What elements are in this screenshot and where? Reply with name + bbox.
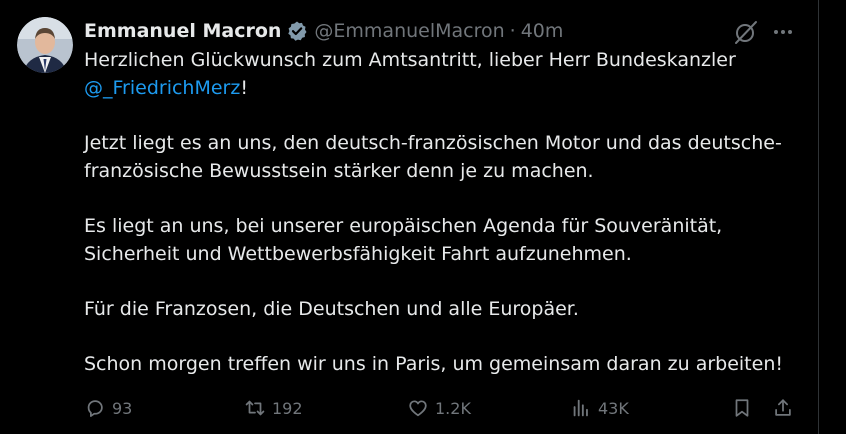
views-icon <box>573 399 588 417</box>
tweet-paragraph-1: Herzlichen Glückwunsch zum Amtsantritt, … <box>84 49 736 99</box>
timestamp[interactable]: 40m <box>521 20 564 42</box>
tweet-paragraph-5: Schon morgen treffen wir uns in Paris, u… <box>84 353 783 375</box>
tweet-paragraph-3: Es liegt an uns, bei unserer europäische… <box>84 215 723 265</box>
reply-button[interactable]: 93 <box>84 394 132 422</box>
share-button[interactable] <box>772 394 794 422</box>
like-icon <box>409 400 427 417</box>
repost-icon <box>245 400 265 416</box>
share-icon <box>775 399 791 416</box>
mention-link[interactable]: @_FriedrichMerz <box>84 77 240 99</box>
reply-count: 93 <box>112 398 133 418</box>
author-handle[interactable]: @EmmanuelMacron <box>314 20 504 42</box>
views-button[interactable]: 43K <box>570 394 629 422</box>
tweet-paragraph-4: Für die Franzosen, die Deutschen und all… <box>84 298 579 320</box>
grok-icon[interactable] <box>733 19 759 45</box>
repost-button[interactable]: 192 <box>244 394 303 422</box>
avatar[interactable] <box>17 17 73 73</box>
verified-badge-icon <box>286 20 308 42</box>
bookmark-button[interactable] <box>731 394 753 422</box>
tweet-text: Herzlichen Glückwunsch zum Amtsantritt, … <box>84 46 800 405</box>
tweet[interactable]: Emmanuel Macron @EmmanuelMacron · 40m He… <box>0 0 818 434</box>
tweet-header: Emmanuel Macron @EmmanuelMacron · 40m <box>84 17 563 45</box>
author-name[interactable]: Emmanuel Macron <box>84 20 281 42</box>
separator-dot: · <box>509 20 516 42</box>
more-icon[interactable] <box>772 22 794 42</box>
like-button[interactable]: 1.2K <box>407 394 471 422</box>
repost-count: 192 <box>272 398 303 418</box>
views-count: 43K <box>598 398 629 418</box>
like-count: 1.2K <box>435 398 471 418</box>
bookmark-icon <box>735 399 749 417</box>
reply-icon <box>87 400 103 417</box>
column-border <box>818 0 819 434</box>
action-bar: 93 192 1.2K 43K <box>84 394 800 422</box>
tweet-paragraph-2: Jetzt liegt es an uns, den deutsch-franz… <box>84 132 782 182</box>
